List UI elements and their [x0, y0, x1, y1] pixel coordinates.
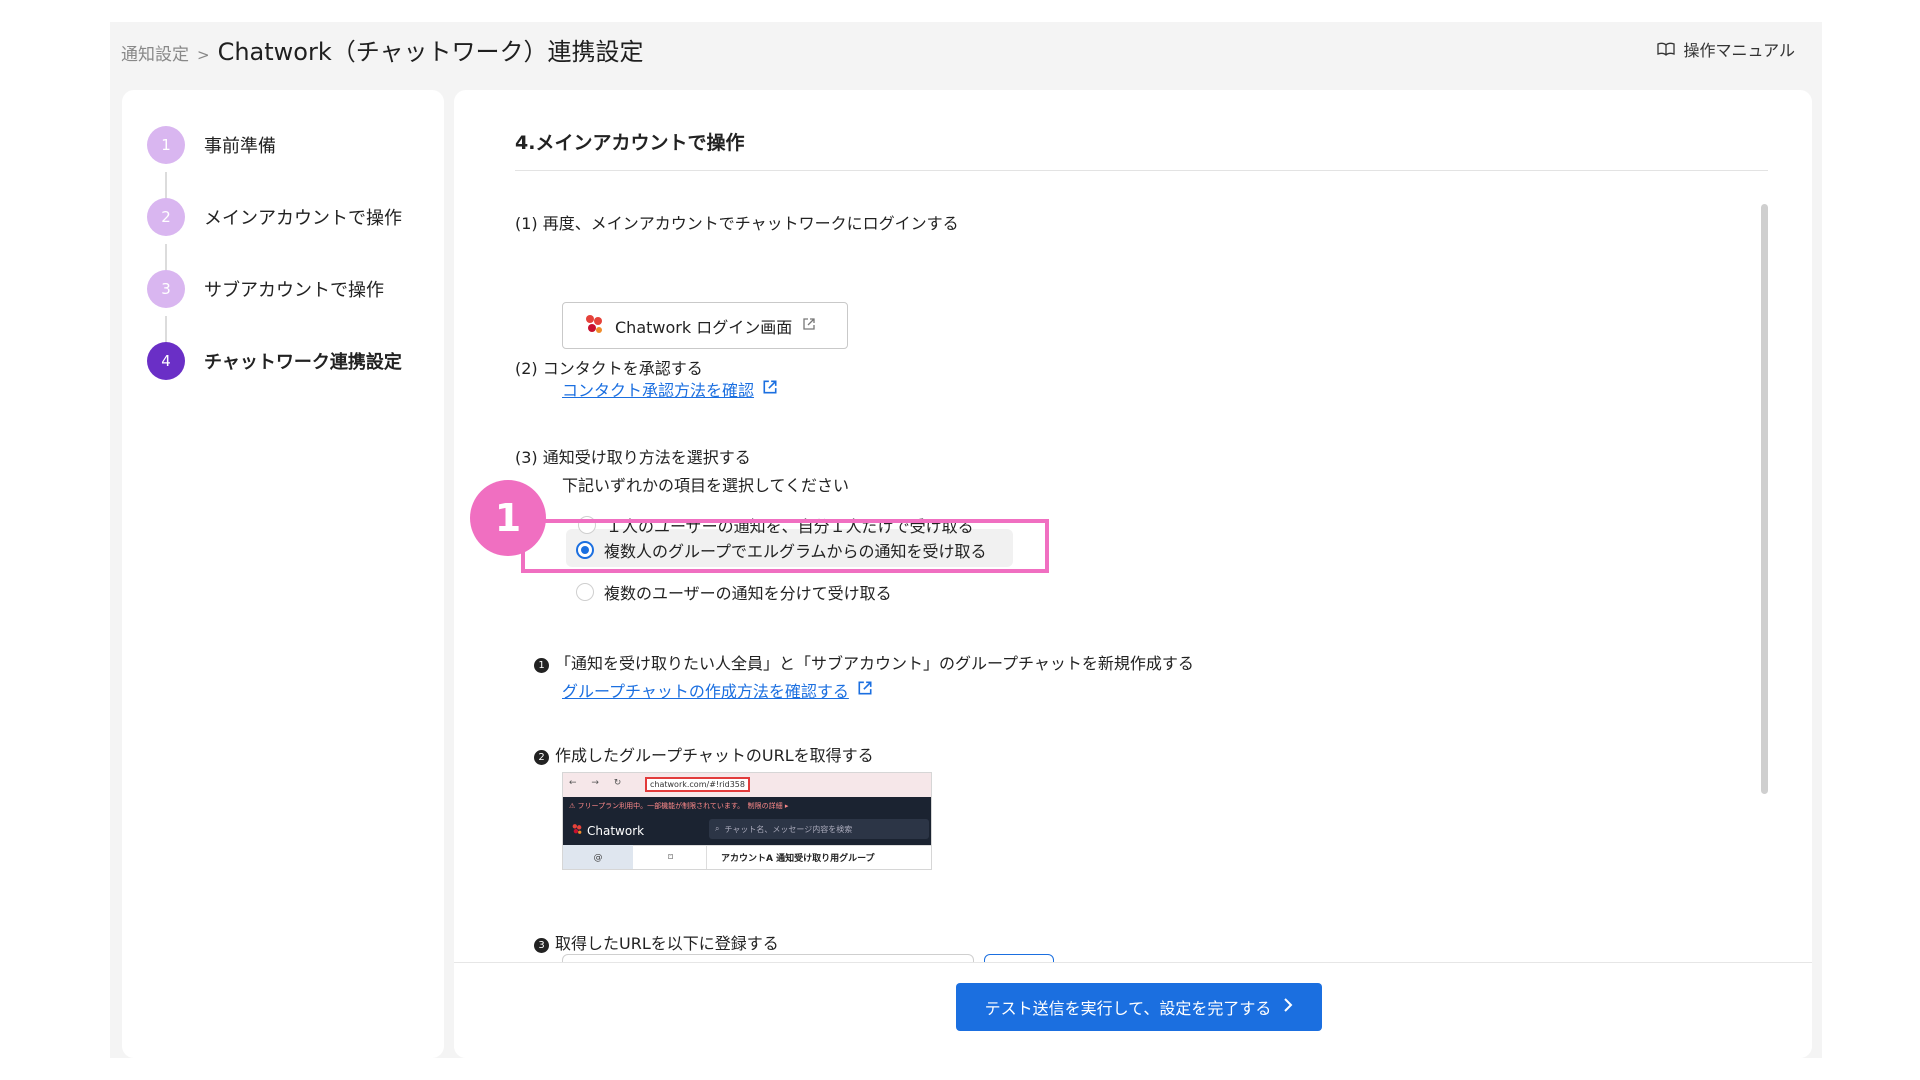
- step-number: 3: [147, 270, 185, 308]
- main-panel: 4.メインアカウントで操作 (1) 再度、メインアカウントでチャットワークにログ…: [454, 90, 1812, 1058]
- breadcrumb-parent-link[interactable]: 通知設定: [121, 40, 189, 65]
- chatwork-login-label: Chatwork ログイン画面: [615, 317, 793, 337]
- step-navigation: 1 事前準備 2 メインアカウントで操作 3 サブアカウントで操作 4 チャット…: [122, 90, 444, 1058]
- chatwork-search-placeholder: チャット名、メッセージ内容を検索: [724, 824, 853, 834]
- room-name: アカウントA 通知受け取り用グループ: [721, 854, 875, 864]
- step-number: 2: [147, 198, 185, 236]
- app-window: 通知設定 > Chatwork（チャットワーク）連携設定 操作マニュアル 1 事…: [110, 22, 1822, 1058]
- step-label: チャットワーク連携設定: [204, 352, 402, 373]
- instruction-step-a: 1 「通知を受け取りたい人全員」と「サブアカウント」のグループチャットを新規作成す…: [534, 650, 1194, 674]
- example-screenshot: ← → ↻ chatwork.com/#!rid358 ⚠ フリープラン利用中。…: [562, 772, 932, 870]
- step-label: メインアカウントで操作: [204, 208, 402, 229]
- step-label: サブアカウントで操作: [204, 280, 384, 301]
- chatwork-brand: Chatwork: [571, 823, 644, 838]
- instruction-step-c: 3 取得したURLを以下に登録する: [534, 930, 779, 954]
- step-3-instruction: 下記いずれかの項目を選択してください: [562, 476, 850, 495]
- browser-url: chatwork.com/#!rid358: [645, 777, 750, 792]
- browser-nav-icons: ← → ↻: [569, 778, 628, 788]
- scrollbar-thumb[interactable]: [1761, 204, 1768, 794]
- instruction-step-c-text: 取得したURLを以下に登録する: [555, 934, 779, 953]
- step-2-label: (2) コンタクトを承認する: [515, 359, 703, 378]
- footer-bar: テスト送信を実行して、設定を完了する: [454, 962, 1812, 1058]
- chatwork-login-button[interactable]: Chatwork ログイン画面: [562, 302, 848, 349]
- bullet-number: 3: [534, 938, 549, 953]
- radio-option-multiple[interactable]: 複数のユーザーの通知を分けて受け取る: [576, 580, 892, 604]
- group-url-input[interactable]: [562, 954, 974, 962]
- radio-option-label: 複数のユーザーの通知を分けて受け取る: [604, 584, 892, 603]
- chatwork-brand-label: Chatwork: [587, 823, 645, 838]
- bullet-number: 2: [534, 750, 549, 765]
- mention-tab-icon: @: [563, 845, 633, 869]
- external-link-icon: [762, 379, 778, 399]
- instruction-step-b-text: 作成したグループチャットのURLを取得する: [555, 746, 874, 765]
- callout-highlight-box: [521, 519, 1049, 573]
- scroll-area[interactable]: (1) 再度、メインアカウントでチャットワークにログインする Chatwork …: [454, 172, 1812, 962]
- book-icon: [1657, 42, 1676, 56]
- callout-number-badge: 1: [470, 480, 546, 556]
- step-number: 1: [147, 126, 185, 164]
- search-icon: ⌕: [715, 824, 720, 833]
- step-item-1[interactable]: 1 事前準備: [147, 126, 276, 164]
- page-title: Chatwork（チャットワーク）連携設定: [217, 38, 644, 66]
- step-number: 4: [147, 342, 185, 380]
- section-title: 4.メインアカウントで操作: [515, 132, 745, 154]
- group-chat-guide-link-text: グループチャットの作成方法を確認する: [562, 682, 849, 701]
- step-item-3[interactable]: 3 サブアカウントで操作: [147, 270, 384, 308]
- manual-label: 操作マニュアル: [1683, 41, 1795, 60]
- contact-approval-link[interactable]: コンタクト承認方法を確認: [562, 377, 778, 401]
- register-url-button[interactable]: [984, 954, 1054, 962]
- step-item-2[interactable]: 2 メインアカウントで操作: [147, 198, 402, 236]
- chatwork-search: ⌕ チャット名、メッセージ内容を検索: [709, 819, 929, 839]
- plan-notice: ⚠ フリープラン利用中。一部機能が制限されています。 制限の詳細 ▸: [569, 802, 789, 810]
- chatwork-logo-icon: [583, 313, 605, 339]
- chevron-right-icon: [1283, 997, 1293, 1017]
- step-label: 事前準備: [204, 136, 276, 157]
- radio-button[interactable]: [576, 583, 594, 601]
- external-link-icon: [802, 316, 816, 335]
- bookmark-tab-icon: ⌑: [635, 845, 707, 869]
- manual-link[interactable]: 操作マニュアル: [1657, 37, 1795, 61]
- breadcrumb-separator: >: [197, 46, 210, 64]
- submit-label: テスト送信を実行して、設定を完了する: [984, 999, 1272, 1018]
- external-link-icon: [857, 680, 873, 700]
- step-1-label: (1) 再度、メインアカウントでチャットワークにログインする: [515, 214, 959, 233]
- bullet-number: 1: [534, 658, 549, 673]
- instruction-step-a-text: 「通知を受け取りたい人全員」と「サブアカウント」のグループチャットを新規作成する: [555, 654, 1194, 673]
- group-chat-guide-link[interactable]: グループチャットの作成方法を確認する: [562, 678, 873, 702]
- chatwork-logo-icon: [571, 823, 583, 838]
- contact-approval-link-text: コンタクト承認方法を確認: [562, 381, 755, 400]
- instruction-step-b: 2 作成したグループチャットのURLを取得する: [534, 742, 874, 766]
- breadcrumb: 通知設定 > Chatwork（チャットワーク）連携設定: [121, 32, 644, 66]
- step-item-4[interactable]: 4 チャットワーク連携設定: [147, 342, 402, 380]
- test-send-submit-button[interactable]: テスト送信を実行して、設定を完了する: [956, 983, 1322, 1031]
- step-3-label: (3) 通知受け取り方法を選択する: [515, 448, 751, 467]
- section-divider: [515, 170, 1768, 171]
